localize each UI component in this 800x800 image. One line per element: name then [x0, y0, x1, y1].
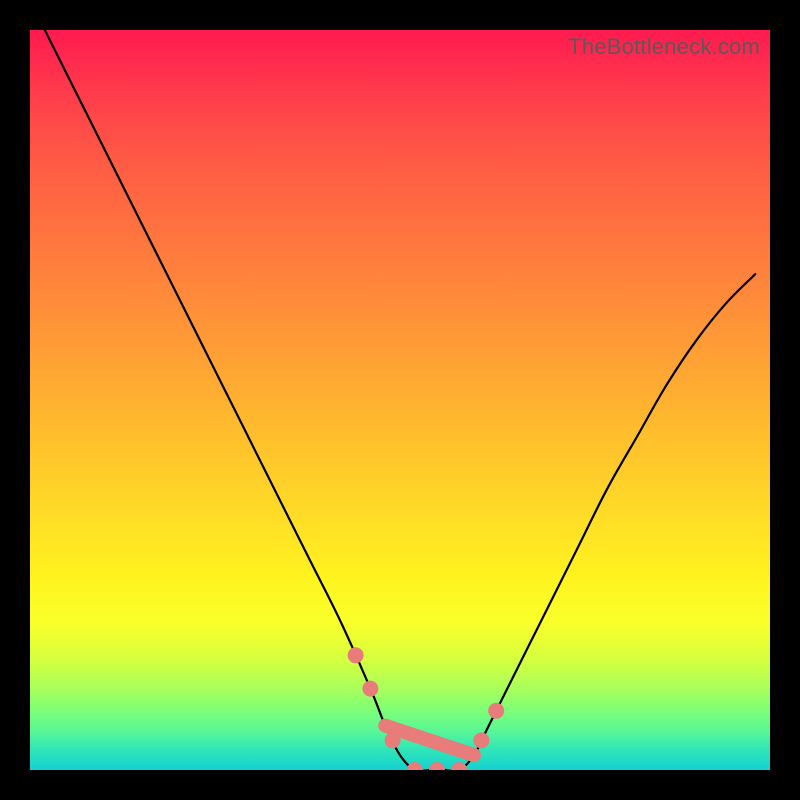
- watermark-text: TheBottleneck.com: [568, 34, 760, 60]
- highlight-dot: [473, 732, 489, 748]
- highlight-dot: [407, 762, 423, 770]
- highlight-dot: [385, 732, 401, 748]
- plot-area: TheBottleneck.com: [30, 30, 770, 770]
- highlight-dot: [488, 703, 504, 719]
- highlight-dot: [348, 647, 364, 663]
- highlight-dot: [362, 681, 378, 697]
- highlight-markers: [348, 647, 505, 770]
- highlight-dot: [429, 762, 445, 770]
- bottleneck-curve-svg: [30, 30, 770, 770]
- bottleneck-curve-line: [45, 30, 755, 770]
- chart-frame: TheBottleneck.com: [0, 0, 800, 800]
- highlight-dot: [451, 762, 467, 770]
